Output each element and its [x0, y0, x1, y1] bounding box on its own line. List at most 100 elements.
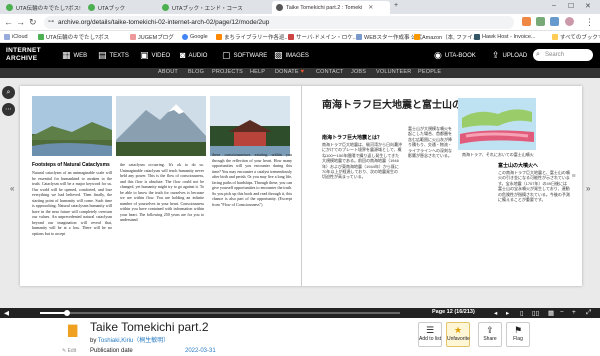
minimize-icon[interactable]: –	[552, 2, 556, 9]
action-label: Add to list	[419, 336, 441, 342]
landscape-photo	[32, 96, 112, 156]
bookmark-item[interactable]: Google	[182, 32, 208, 42]
browser-tab-active[interactable]: Taike Tomekichi part.2 : Tomeki ✕	[272, 1, 390, 14]
next-page-button-icon[interactable]: ▸	[506, 309, 509, 317]
thumbnail-view-icon[interactable]: ▦	[548, 309, 554, 317]
maximize-icon[interactable]: ☐	[568, 2, 574, 10]
bookmark-icon	[288, 34, 294, 40]
browser-tab[interactable]: UTAブック・エンド・コース	[158, 1, 270, 14]
reload-icon[interactable]: ↻	[29, 17, 37, 27]
ia-sub-nav: ABOUT BLOG PROJECTS HELP DONATE ♥ CONTAC…	[0, 68, 600, 78]
tab-label: UTA伝輪のキでたし?ボス!	[16, 5, 81, 12]
forward-icon[interactable]: →	[16, 17, 25, 27]
browser-tab[interactable]: UTA伝輪のキでたし?ボス!	[2, 1, 82, 14]
zoom-in-icon[interactable]: +	[572, 309, 576, 316]
new-tab-icon[interactable]: +	[394, 2, 398, 9]
pubdate-value[interactable]: 2022-03-31	[185, 348, 216, 354]
user-menu[interactable]: ◉ UTA-BOOK	[434, 51, 476, 60]
subnav-donate[interactable]: DONATE ♥	[275, 69, 304, 75]
pubdate-label: Publication date	[90, 348, 133, 354]
browser-menu-icon[interactable]: ⋮	[585, 17, 594, 27]
bookmark-icon	[474, 34, 480, 40]
browser-tab[interactable]: UTAブック	[84, 1, 156, 14]
more-options-icon[interactable]: ⋯	[2, 103, 15, 116]
bookmark-item[interactable]: UTA伝輪のキでたし?ボス	[38, 32, 109, 42]
zoom-out-icon[interactable]: −	[560, 309, 564, 316]
subnav-people[interactable]: PEOPLE	[418, 69, 441, 75]
prev-page-icon[interactable]: «	[10, 184, 14, 193]
tab-favicon-icon	[276, 4, 283, 11]
bookmarks-bar: iCloud UTA伝輪のキでたし?ボス JUGEMブログ Google まちラ…	[0, 31, 600, 43]
temple-photo	[210, 96, 290, 156]
close-tab-icon[interactable]: ✕	[368, 4, 373, 11]
page-slider-handle[interactable]	[64, 310, 70, 316]
close-window-icon[interactable]: ✕	[585, 2, 591, 10]
subnav-jobs[interactable]: JOBS	[351, 69, 366, 75]
single-page-icon[interactable]: ▯	[520, 309, 524, 317]
by-label: by	[90, 338, 97, 344]
nav-label: VIDEO	[151, 52, 171, 59]
site-info-icon[interactable]: ⊶	[48, 16, 54, 29]
next-page-icon[interactable]: »	[586, 184, 590, 193]
search-input[interactable]: ⌕ Search	[533, 49, 593, 61]
bookmark-icon	[130, 34, 136, 40]
nav-web[interactable]: ▦ WEB	[62, 51, 87, 60]
url-field[interactable]: ⊶ archive.org/details/taike-tomekichi-02…	[44, 16, 514, 29]
flag-button[interactable]: ⚑ Flag	[506, 322, 530, 347]
subnav-about[interactable]: ABOUT	[158, 69, 178, 75]
page-slider-track[interactable]	[40, 312, 400, 314]
search-icon: ⌕	[536, 51, 540, 58]
first-page-icon[interactable]: ◀	[4, 309, 9, 317]
bookmark-item[interactable]: まちライブラリー作各巡...	[216, 32, 289, 42]
all-bookmarks[interactable]: すべてのブックマーク	[552, 32, 600, 42]
subnav-help[interactable]: HELP	[250, 69, 265, 75]
share-icon: ⇪	[486, 325, 494, 335]
nav-label: SOFTWARE	[233, 52, 268, 59]
nav-texts[interactable]: ▤ TEXTS	[98, 51, 129, 60]
amazon-icon	[414, 34, 420, 40]
action-label: Flag	[513, 336, 523, 342]
bookmark-item[interactable]: iCloud	[4, 32, 28, 42]
add-to-list-button[interactable]: ☰ Add to list	[418, 322, 442, 347]
heart-icon: ♥	[300, 69, 305, 75]
star-icon: ★	[453, 325, 463, 335]
extension-icon[interactable]	[550, 17, 559, 26]
profile-avatar[interactable]	[565, 17, 574, 26]
extension-icon[interactable]	[536, 17, 545, 26]
nav-video[interactable]: ▣ VIDEO	[140, 51, 170, 60]
extension-icon[interactable]	[522, 17, 531, 26]
author-link[interactable]: Toshiaki,Kiriu（桐生敏明）	[98, 338, 169, 344]
unfavorite-button[interactable]: ★ Unfavorite	[446, 322, 470, 347]
bookmark-label: まちライブラリー作各巡...	[224, 35, 290, 41]
nav-software[interactable]: ▢ SOFTWARE	[222, 51, 267, 60]
nav-images[interactable]: ▧ IMAGES	[274, 51, 309, 60]
tab-favicon-icon	[88, 4, 95, 11]
logo-text-line2: ARCHIVE	[6, 54, 38, 62]
book-spread[interactable]: Footsteps of Natural Cataclysms Natural …	[10, 86, 590, 286]
bookmark-item[interactable]: Hawk Host - Invoice...	[474, 32, 536, 42]
share-button[interactable]: ⇪ Share	[478, 322, 502, 347]
two-page-icon[interactable]: ▯▯	[532, 309, 539, 317]
subnav-volunteer[interactable]: VOLUNTEER	[376, 69, 411, 75]
bookmark-item[interactable]: サーバ-ドメイン・ロケ...	[288, 32, 357, 42]
upload-button[interactable]: ⇪ UPLOAD	[492, 51, 527, 60]
prev-page-button-icon[interactable]: ◂	[494, 309, 497, 317]
subnav-contact[interactable]: CONTACT	[316, 69, 344, 75]
back-icon[interactable]: ←	[4, 17, 13, 27]
web-icon: ▦	[62, 50, 71, 60]
browser-tab-bar: UTA伝輪のキでたし?ボス! UTAブック UTAブック・エンド・コース Tai…	[0, 0, 600, 14]
bookmark-icon	[4, 34, 10, 40]
bookmark-item[interactable]: JUGEMブログ	[130, 32, 174, 42]
map-caption: 南海トラフ、それにおいての富士山噴火	[462, 152, 534, 157]
search-inside-icon[interactable]: ⌕	[2, 86, 15, 99]
fullscreen-icon[interactable]: ⤢	[586, 309, 591, 317]
subnav-projects[interactable]: PROJECTS	[212, 69, 243, 75]
bookmark-icon	[356, 34, 362, 40]
edit-link[interactable]: ✎ Edit	[62, 348, 76, 354]
bookmark-item[interactable]: WEBスター作成事 公式	[356, 32, 422, 42]
subnav-blog[interactable]: BLOG	[188, 69, 204, 75]
bookmark-label: Google	[190, 34, 208, 40]
ia-logo[interactable]: INTERNET ARCHIVE	[6, 47, 41, 62]
bookmark-item[interactable]: Amazon（本, ファイ...	[414, 32, 477, 42]
nav-audio[interactable]: ◙ AUDIO	[180, 51, 207, 60]
